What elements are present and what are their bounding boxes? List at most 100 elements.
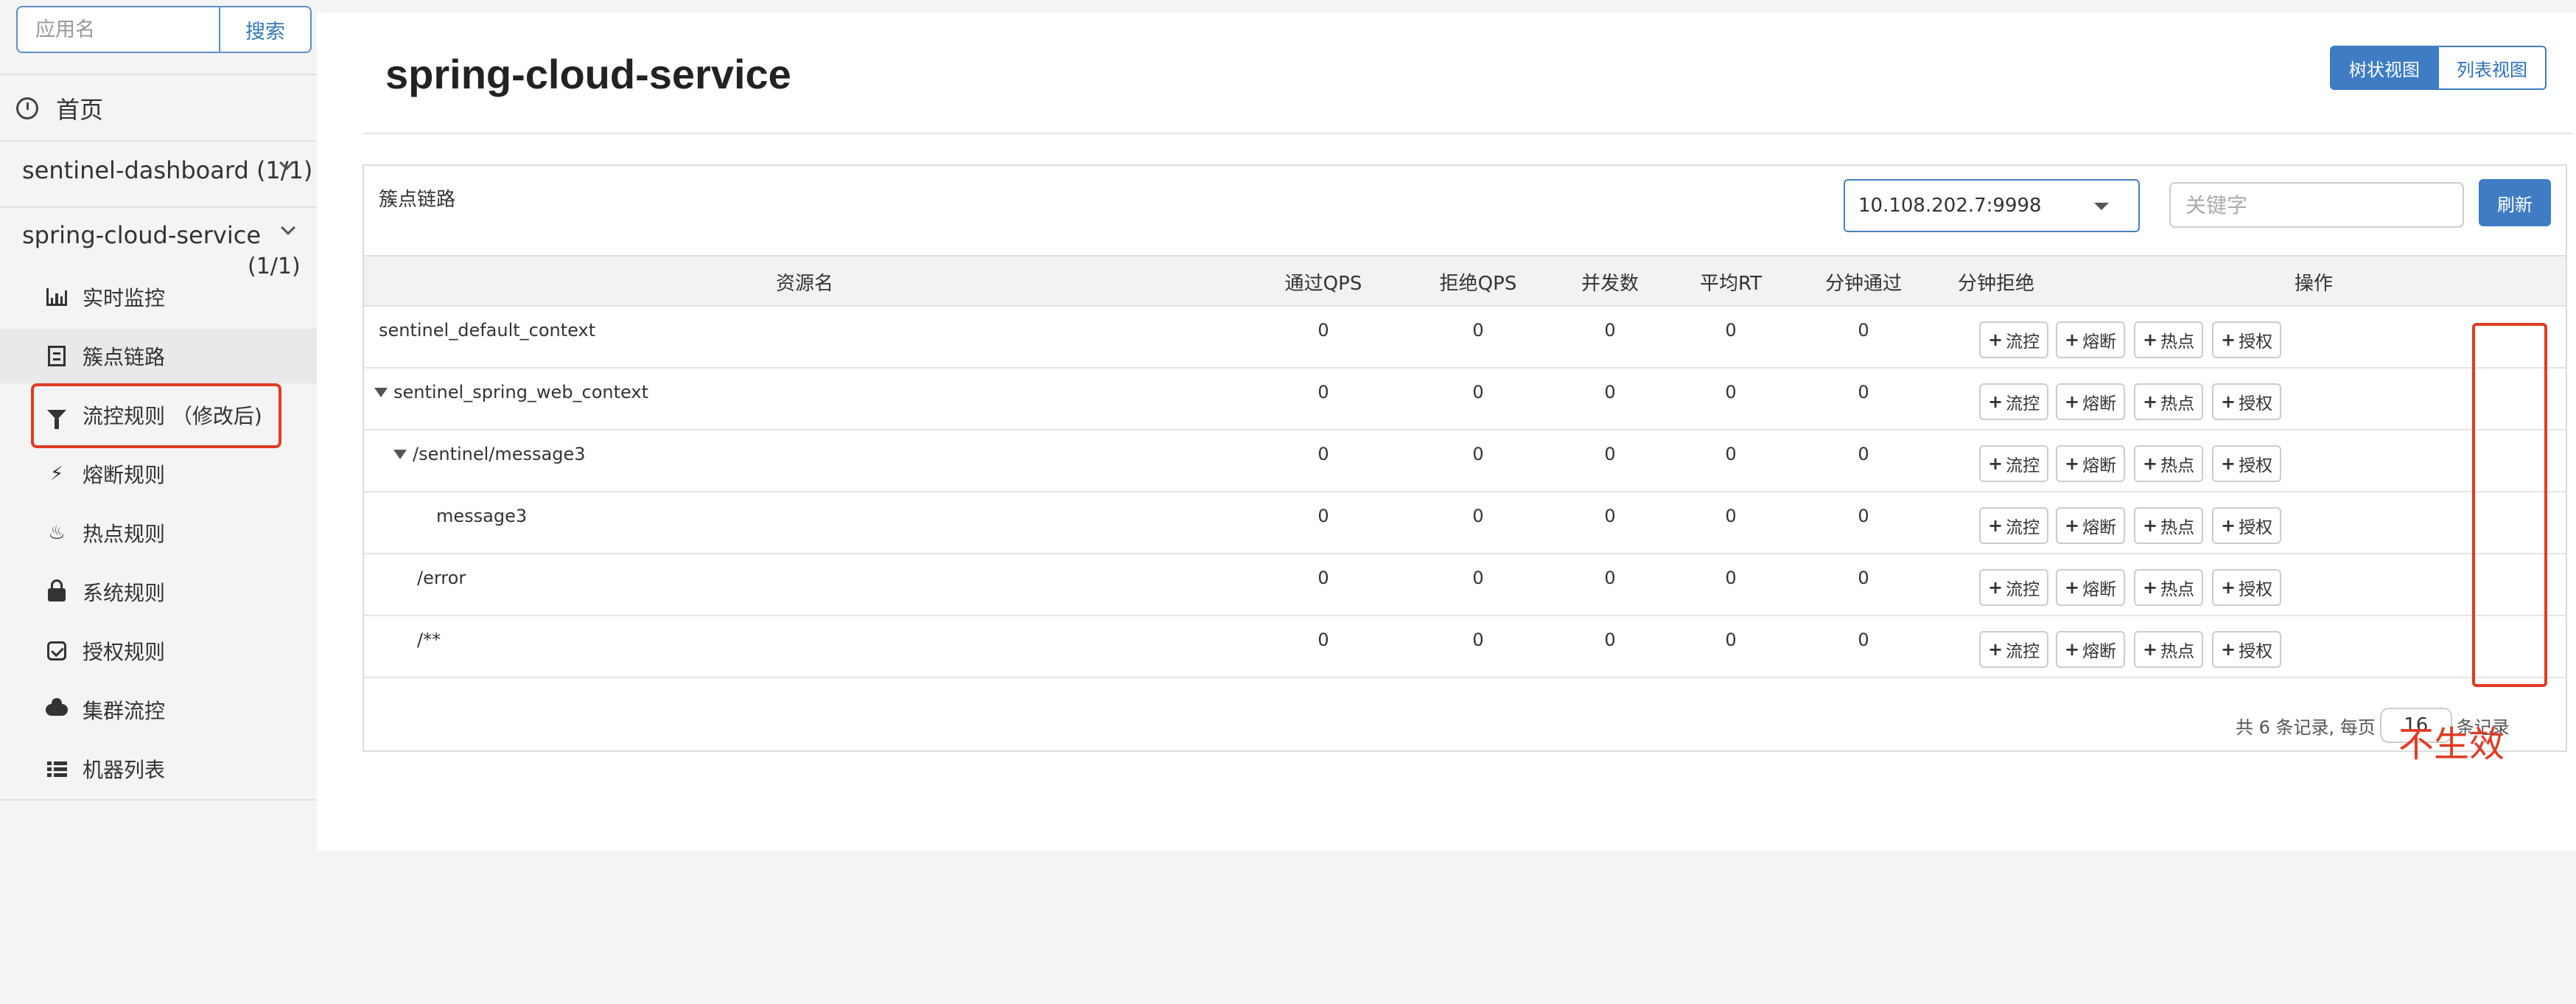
action-label: 熔断 [2082,518,2117,537]
auth-rule-button[interactable]: + 授权 [2212,507,2282,544]
hot-rule-button[interactable]: + 热点 [2134,631,2204,668]
metric-value: 0 [1858,506,1869,526]
auth-rule-button[interactable]: + 授权 [2212,631,2282,668]
action-label: 熔断 [2082,332,2117,352]
app-search-input[interactable] [16,6,219,53]
annotation-highlight-flow-buttons [2472,323,2547,687]
chevron-down-icon[interactable] [281,220,295,235]
resource-name: sentinel_default_context [379,320,595,341]
col-minute-pass: 分钟通过 [1824,272,1903,295]
annotation-not-effective-label: 不生效 [2398,724,2505,765]
metric-value: 0 [1472,630,1484,650]
metric-value: 0 [1604,320,1616,341]
caret-down-icon[interactable] [393,449,407,459]
resource-label: sentinel_spring_web_context [393,382,649,402]
col-avg-rt: 平均RT [1699,272,1763,295]
menu-cluster-flow[interactable]: 集群流控 [0,683,317,737]
machine-select[interactable]: 10.108.202.7:9998 [1844,179,2140,232]
flow-rule-button[interactable]: + 流控 [1979,631,2049,668]
degrade-rule-button[interactable]: + 熔断 [2056,321,2126,358]
flow-rule-button[interactable]: + 流控 [1979,507,2049,544]
degrade-rule-button[interactable]: + 熔断 [2056,569,2126,606]
menu-realtime-monitor[interactable]: 实时监控 [0,270,317,324]
flow-rule-button[interactable]: + 流控 [1979,383,2049,420]
metric-value: 0 [1858,444,1869,464]
hot-rule-button[interactable]: + 热点 [2134,383,2204,420]
divider [0,799,317,801]
metric-value: 0 [1604,630,1616,650]
tree-view-button[interactable]: 树状视图 [2330,46,2439,90]
action-label: 授权 [2239,518,2273,537]
action-label: 熔断 [2082,642,2117,661]
divider [0,74,317,75]
menu-machine-list[interactable]: 机器列表 [0,742,317,796]
degrade-rule-button[interactable]: + 熔断 [2056,383,2126,420]
metric-value: 0 [1317,444,1329,464]
plus-icon: + [2065,330,2080,350]
flow-rule-button[interactable]: + 流控 [1979,569,2049,606]
metric-value: 0 [1725,320,1737,341]
resource-label: sentinel_default_context [379,320,596,341]
app-name: spring-cloud-service [22,221,261,249]
search-button[interactable]: 搜索 [219,6,312,53]
resource-name: message3 [436,506,527,526]
keyword-input[interactable] [2169,182,2464,228]
app-spring-cloud-service[interactable]: spring-cloud-service [22,221,261,249]
degrade-rule-button[interactable]: + 熔断 [2056,631,2126,668]
list-view-button[interactable]: 列表视图 [2439,46,2547,90]
auth-rule-button[interactable]: + 授权 [2212,445,2282,482]
menu-system-rules[interactable]: 系统规则 [0,565,317,619]
table-row: /sentinel/message3000000+流控+熔断+热点+授权 [364,430,2566,492]
degrade-rule-button[interactable]: + 熔断 [2056,507,2126,544]
lock-icon [46,579,68,603]
metric-value: 0 [1472,320,1484,341]
plus-icon: + [2065,639,2080,660]
menu-hot-rules[interactable]: ♨ 热点规则 [0,506,317,560]
menu-label: 热点规则 [83,522,166,546]
metric-value: 0 [1472,444,1484,464]
auth-rule-button[interactable]: + 授权 [2212,569,2282,606]
resource-label: message3 [436,506,528,526]
degrade-rule-button[interactable]: + 熔断 [2056,445,2126,482]
cloud-icon [46,698,68,721]
divider [363,133,2573,134]
hot-rule-button[interactable]: + 热点 [2134,507,2204,544]
action-label: 热点 [2160,394,2195,414]
flow-rule-button[interactable]: + 流控 [1979,321,2049,358]
plus-icon: + [2143,330,2158,350]
plus-icon: + [2065,515,2080,536]
plus-icon: + [2221,639,2236,660]
resource-name: /error [417,568,466,588]
divider [0,140,317,142]
menu-cluster-point-link[interactable]: 簇点链路 [0,329,317,383]
metric-value: 0 [1858,382,1869,402]
home-link[interactable]: 首页 [16,90,103,127]
plus-icon: + [2143,453,2158,474]
hot-rule-button[interactable]: + 热点 [2134,321,2204,358]
hot-rule-button[interactable]: + 热点 [2134,569,2204,606]
metric-value: 0 [1317,320,1329,341]
flow-rule-button[interactable]: + 流控 [1979,445,2049,482]
panel-title: 簇点链路 [379,189,456,211]
resource-name: /sentinel/message3 [393,444,586,464]
list-icon [46,758,68,780]
plus-icon: + [2065,577,2080,598]
action-label: 流控 [2006,580,2040,599]
menu-degrade-rules[interactable]: ⚡ 熔断规则 [0,447,317,501]
table-header: 资源名 通过QPS 拒绝QPS 并发数 平均RT 分钟通过 分钟拒绝 操作 [364,255,2566,307]
bolt-icon: ⚡ [49,463,64,485]
action-label: 熔断 [2082,580,2117,599]
app-sentinel-dashboard[interactable]: sentinel-dashboard (1/1) [22,156,312,184]
menu-auth-rules[interactable]: 授权规则 [0,624,317,678]
caret-down-icon[interactable] [374,387,388,397]
metric-value: 0 [1317,568,1329,588]
metric-value: 0 [1317,506,1329,526]
auth-rule-button[interactable]: + 授权 [2212,383,2282,420]
metric-value: 0 [1725,630,1737,650]
metric-value: 0 [1858,568,1869,588]
divider [0,206,317,208]
refresh-button[interactable]: 刷新 [2479,179,2551,226]
hot-rule-button[interactable]: + 热点 [2134,445,2204,482]
home-label: 首页 [56,96,104,124]
auth-rule-button[interactable]: + 授权 [2212,321,2282,358]
